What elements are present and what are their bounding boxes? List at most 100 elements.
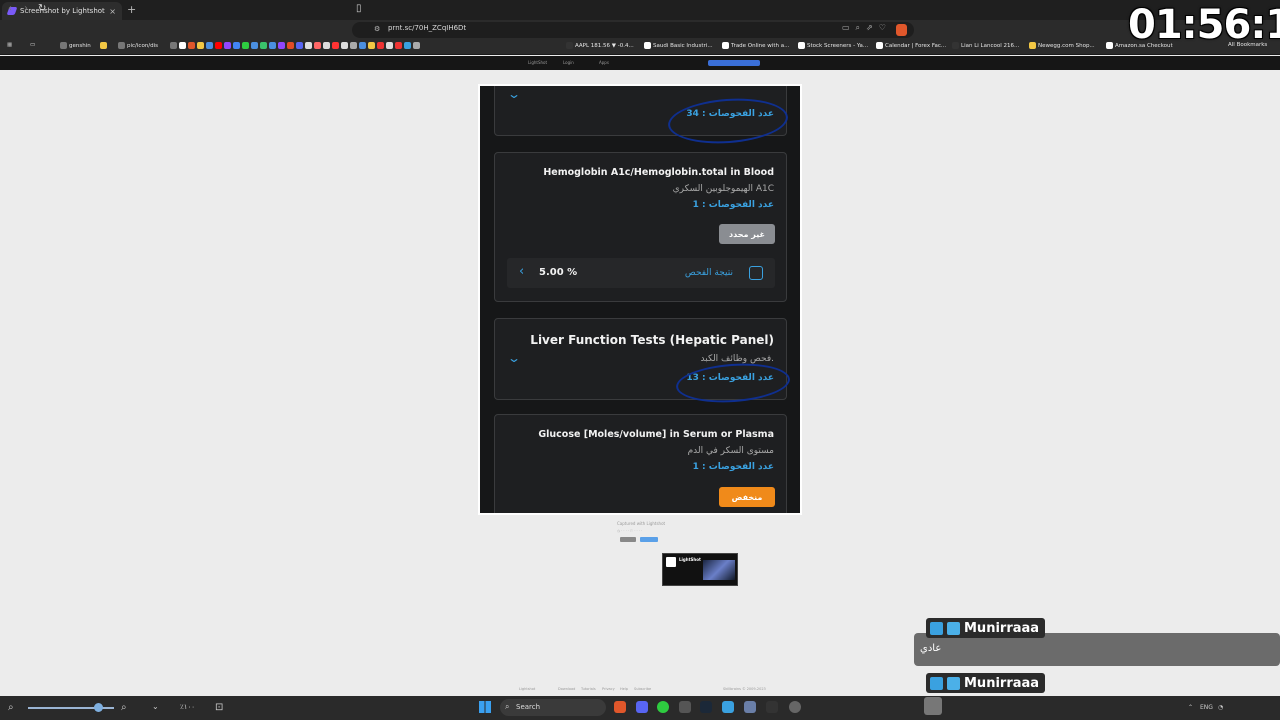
footer-subscribe[interactable]: Subscribe <box>634 687 651 691</box>
report-links[interactable]: ◷ · · · · ⚐ · · · · <box>617 529 642 533</box>
bookmark-lian-li[interactable]: Lian Li Lancool 216... <box>952 42 1019 49</box>
bookmark-icon[interactable]: ▯ <box>356 3 362 14</box>
site-icon <box>314 42 321 49</box>
status-button-low[interactable]: منخفض <box>719 487 775 507</box>
test-title: Hemoglobin A1c/Hemoglobin.total in Blood <box>543 167 774 178</box>
footer-copyright: Skillbrains © 2009-2023 <box>723 687 766 691</box>
tab-lightshot[interactable]: Screenshot by Lightshot × <box>2 2 122 20</box>
brave-taskbar-icon[interactable] <box>614 701 626 713</box>
xbox-taskbar-icon[interactable] <box>657 701 669 713</box>
login-link[interactable]: Login <box>563 60 574 65</box>
ad-title: LightShot <box>679 557 701 562</box>
tradingview-icon <box>566 42 573 49</box>
lightshot-ad-banner[interactable]: LightShot <box>662 553 738 586</box>
search-icon: ⌕ <box>505 702 510 711</box>
bookmark-genshin[interactable]: genshin <box>60 42 91 49</box>
result-row[interactable]: ‹ 5.00 % نتيجة الفحص <box>507 258 775 288</box>
bookmark-aapl[interactable]: AAPL 181.56 ▼ -0.4... <box>566 42 634 49</box>
test-title: Glucose [Moles/volume] in Serum or Plasm… <box>538 429 774 440</box>
site-icon <box>341 42 348 49</box>
site-icon <box>386 42 393 49</box>
site-icon <box>413 42 420 49</box>
lightshot-header: LightShot Login Apps <box>0 56 1280 70</box>
fit-screen-icon[interactable]: ⊡ <box>215 702 223 713</box>
footer-logo[interactable]: Lightshot <box>519 687 535 691</box>
discord-icon <box>296 42 303 49</box>
bookmark-folder-icon[interactable]: ▭ <box>30 42 35 48</box>
site-info-icon[interactable]: ⚙ <box>374 25 380 33</box>
lightshot-logo[interactable]: LightShot <box>528 60 547 65</box>
newegg-icon <box>1029 42 1036 49</box>
network-icon[interactable]: ◔ <box>1218 704 1223 711</box>
test-subtitle: الهيموجلوبين السكري A1C <box>672 184 774 194</box>
new-tab-button[interactable]: + <box>127 3 136 16</box>
bookmark-forex-calendar[interactable]: Calendar | Forex Fac... <box>876 42 946 49</box>
brave-icon <box>188 42 195 49</box>
site-icon <box>876 42 883 49</box>
reload-icon[interactable]: ↻ <box>38 3 46 14</box>
apps-grid-icon[interactable]: ▦ <box>7 42 12 48</box>
discord-taskbar-icon[interactable] <box>636 701 648 713</box>
kick-icon <box>242 42 249 49</box>
language-indicator[interactable]: ENG <box>1200 704 1213 711</box>
test-card-hba1c[interactable]: Hemoglobin A1c/Hemoglobin.total in Blood… <box>494 152 787 302</box>
bookmark-newegg[interactable]: Newegg.com Shop... <box>1029 42 1095 49</box>
brave-shield-icon[interactable] <box>896 24 907 36</box>
footer-privacy[interactable]: Privacy <box>602 687 615 691</box>
apps-link[interactable]: Apps <box>599 60 609 65</box>
footer-tutorials[interactable]: Tutorials <box>581 687 596 691</box>
windows-start-icon[interactable] <box>479 701 491 713</box>
search-icon <box>350 42 357 49</box>
zoom-in-icon[interactable]: ⌕ <box>121 702 127 713</box>
tt-icon <box>260 42 267 49</box>
tray-icons[interactable]: ⌃ <box>1188 704 1193 711</box>
share-button[interactable] <box>620 537 636 542</box>
back-arrow-icon[interactable]: ‹ <box>8 3 12 14</box>
app-taskbar-icon[interactable] <box>744 701 756 713</box>
tab-close-icon[interactable]: × <box>109 7 116 16</box>
site-icon <box>206 42 213 49</box>
app-taskbar-icon[interactable] <box>722 701 734 713</box>
bookmark-folder-pic[interactable]: pic/icon/dis <box>118 42 158 49</box>
site-icon <box>368 42 375 49</box>
amazon-icon <box>197 42 204 49</box>
status-button-unspecified[interactable]: غير محدد <box>719 224 775 244</box>
chevron-down-icon[interactable]: ⌄ <box>152 702 159 711</box>
test-card-glucose[interactable]: Glucose [Moles/volume] in Serum or Plasm… <box>494 414 787 513</box>
tweet-button[interactable] <box>640 537 658 542</box>
zoom-slider-knob[interactable] <box>94 703 103 712</box>
captured-with-lightshot: Captured with Lightshot <box>617 521 666 526</box>
lab-results-app: ⌄ عدد الفحوصات : 34 Hemoglobin A1c/Hemog… <box>480 86 800 513</box>
url-action-icons[interactable]: ▭⌕⇗♡ <box>842 23 892 33</box>
chevron-down-icon[interactable]: ⌄ <box>507 351 521 365</box>
heart-icon <box>179 42 186 49</box>
download-lightshot-button[interactable] <box>708 60 760 66</box>
site-icon <box>251 42 258 49</box>
site-icon <box>332 42 339 49</box>
lightshot-feather-icon <box>666 557 676 567</box>
taskbar-search[interactable]: ⌕ Search <box>500 699 606 716</box>
folder-icon <box>118 42 125 49</box>
obs-taskbar-icon[interactable] <box>789 701 801 713</box>
folder-icon <box>60 42 67 49</box>
chevron-left-icon[interactable]: ‹ <box>519 264 524 279</box>
footer-download[interactable]: Download <box>558 687 575 691</box>
site-icon <box>323 42 330 49</box>
chevron-down-icon[interactable]: ⌄ <box>507 87 521 101</box>
twitch-icon <box>224 42 231 49</box>
bookmark-stock-screeners[interactable]: Stock Screeners - Ya... <box>798 42 868 49</box>
bookmark-favicons-row[interactable] <box>170 42 420 49</box>
app-taskbar-icon[interactable] <box>679 701 691 713</box>
chat-username-2: Munirraaa <box>926 673 1046 693</box>
bookmark-saudi-basic[interactable]: Saudi Basic Industri... <box>644 42 713 49</box>
bookmark-pic-icon-dis[interactable] <box>100 42 107 49</box>
forward-arrow-icon[interactable]: › <box>24 3 28 14</box>
bookmark-trade-online[interactable]: Trade Online with a... <box>722 42 789 49</box>
site-icon <box>798 42 805 49</box>
steam-taskbar-icon[interactable] <box>700 701 712 713</box>
footer-help[interactable]: Help <box>620 687 628 691</box>
app-taskbar-icon[interactable] <box>766 701 778 713</box>
lab-report-icon <box>749 266 763 280</box>
zoom-out-icon[interactable]: ⌕ <box>8 702 14 713</box>
url-text[interactable]: prnt.sc/70H_ZCqIH6Dt <box>388 24 466 32</box>
